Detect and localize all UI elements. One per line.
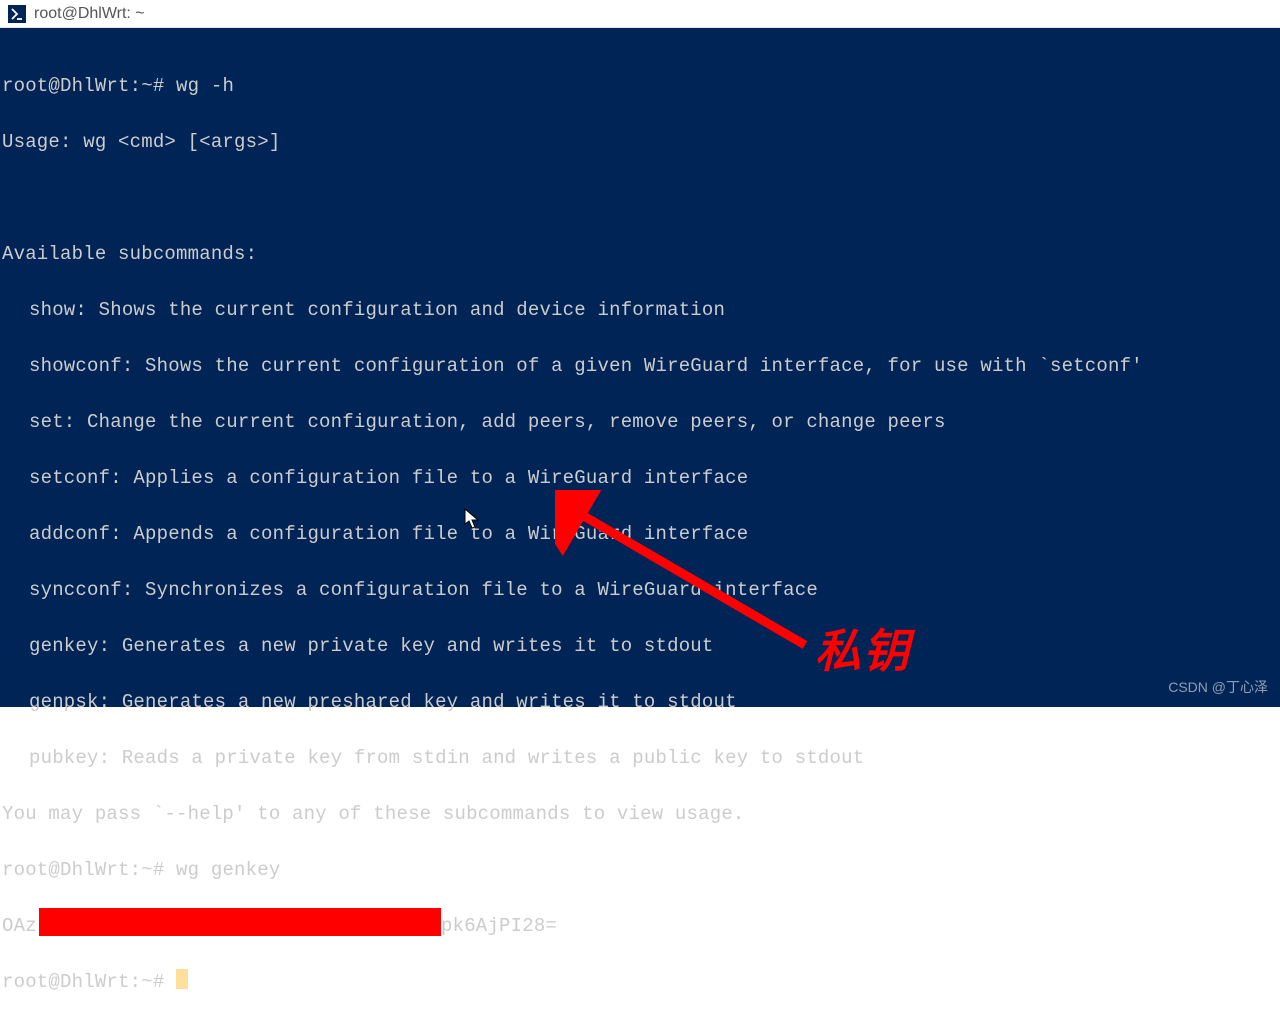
output-usage: Usage: wg <cmd> [<args>]: [2, 128, 1280, 156]
prompt: root@DhlWrt:~#: [2, 859, 176, 881]
output-help-note: You may pass `--help' to any of these su…: [2, 800, 1280, 828]
command: wg -h: [176, 75, 234, 97]
command: wg genkey: [176, 859, 280, 881]
output-available: Available subcommands:: [2, 240, 1280, 268]
output-sub-genkey: genkey: Generates a new private key and …: [2, 632, 1280, 660]
redaction-box: [39, 908, 441, 936]
window-title: root@DhlWrt: ~: [34, 5, 145, 23]
key-suffix: pk6AjPI28=: [441, 912, 557, 940]
terminal-cursor: [176, 969, 188, 989]
terminal[interactable]: root@DhlWrt:~# wg -h Usage: wg <cmd> [<a…: [0, 28, 1280, 707]
output-sub-showconf: showconf: Shows the current configuratio…: [2, 352, 1280, 380]
prompt: root@DhlWrt:~#: [2, 75, 176, 97]
output-sub-syncconf: syncconf: Synchronizes a configuration f…: [2, 576, 1280, 604]
powershell-icon: [8, 5, 26, 23]
prompt: root@DhlWrt:~#: [2, 971, 176, 993]
output-generated-key: OAz pk6AjPI28=: [2, 912, 1280, 940]
output-sub-show: show: Shows the current configuration an…: [2, 296, 1280, 324]
window-title-bar: root@DhlWrt: ~: [0, 0, 1280, 28]
watermark: CSDN @丁心泽: [1168, 677, 1268, 697]
output-sub-addconf: addconf: Appends a configuration file to…: [2, 520, 1280, 548]
output-sub-pubkey: pubkey: Reads a private key from stdin a…: [2, 744, 1280, 772]
output-blank: [2, 184, 1280, 212]
output-sub-setconf: setconf: Applies a configuration file to…: [2, 464, 1280, 492]
output-sub-set: set: Change the current configuration, a…: [2, 408, 1280, 436]
output-sub-genpsk: genpsk: Generates a new preshared key an…: [2, 688, 1280, 716]
key-prefix: OAz: [2, 912, 37, 940]
